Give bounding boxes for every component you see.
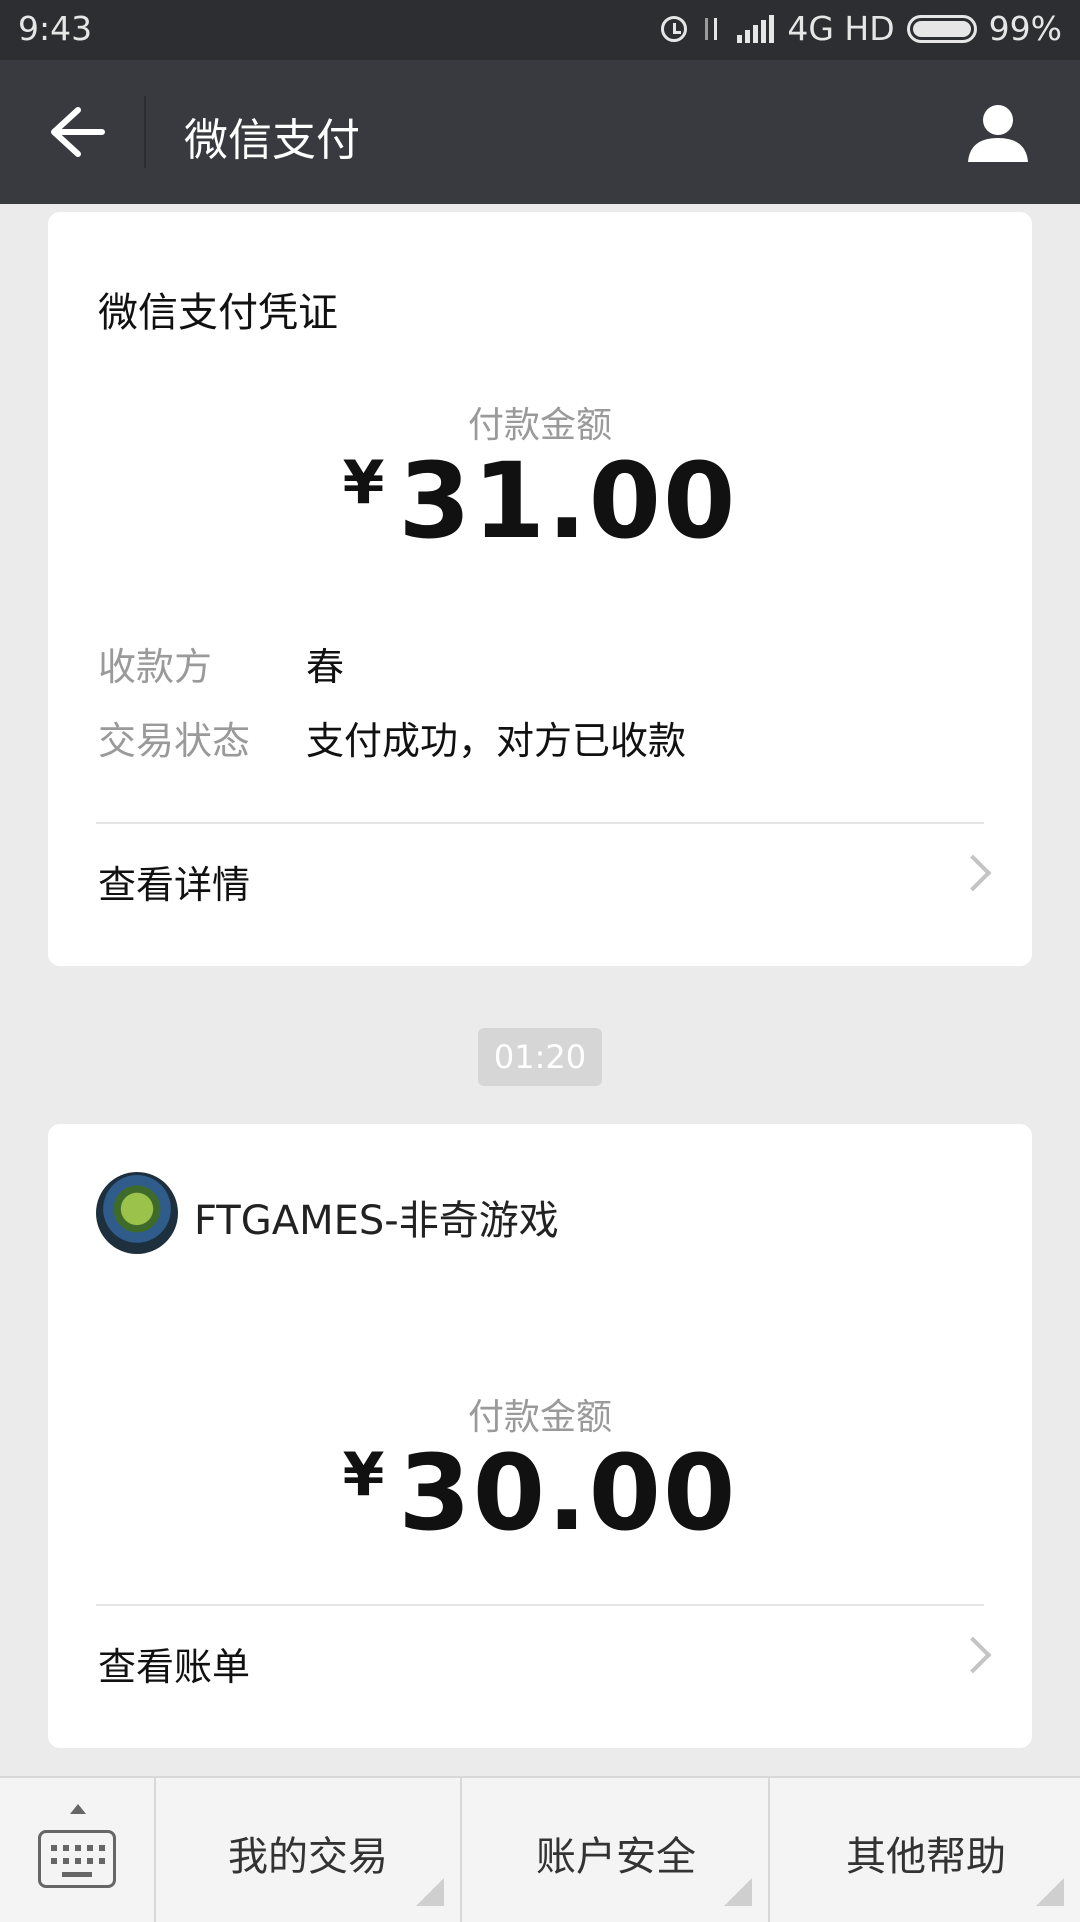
payee-label: 收款方 xyxy=(98,645,213,689)
bottom-menu-bar: 我的交易 账户安全 其他帮助 xyxy=(0,1776,1080,1922)
submenu-indicator-icon xyxy=(416,1878,444,1906)
menu-label: 账户安全 xyxy=(536,1834,696,1880)
merchant-avatar[interactable] xyxy=(96,1172,178,1254)
message-timestamp: 01:20 xyxy=(478,1028,602,1086)
view-details-label: 查看详情 xyxy=(98,863,251,907)
back-arrow-icon xyxy=(51,107,105,157)
menu-account-security[interactable]: 账户安全 xyxy=(464,1778,770,1922)
receipt-title: 微信支付凭证 xyxy=(98,290,338,336)
status-time: 9:43 xyxy=(18,9,93,48)
profile-button[interactable] xyxy=(966,100,1030,164)
view-details-link[interactable]: 查看详情 xyxy=(48,824,1032,934)
submenu-indicator-icon xyxy=(1036,1878,1064,1906)
status-value: 支付成功，对方已收款 xyxy=(306,719,687,763)
signal-icon xyxy=(737,14,775,43)
view-bill-label: 查看账单 xyxy=(98,1645,251,1689)
amount-value: 31.00 xyxy=(398,440,738,562)
payment-receipt-card: 微信支付凭证 付款金额 ¥31.00 收款方春 交易状态 支付成功，对方已收款 查… xyxy=(48,212,1032,966)
expand-up-icon xyxy=(70,1804,86,1814)
status-row: 交易状态 支付成功，对方已收款 xyxy=(98,710,686,765)
menu-label: 我的交易 xyxy=(228,1834,388,1880)
bill-amount: ¥30.00 xyxy=(48,1432,1032,1554)
battery-percent: 99% xyxy=(988,9,1062,48)
menu-label: 其他帮助 xyxy=(846,1834,1006,1880)
person-icon xyxy=(968,105,1028,162)
currency-symbol: ¥ xyxy=(342,448,385,518)
back-button[interactable] xyxy=(38,100,108,164)
bill-card: FTGAMES-非奇游戏 付款金额 ¥30.00 查看账单 xyxy=(48,1124,1032,1748)
page-title: 微信支付 xyxy=(184,115,360,166)
keyboard-icon xyxy=(38,1830,116,1888)
status-label: 交易状态 xyxy=(98,719,251,763)
menu-my-transactions[interactable]: 我的交易 xyxy=(156,1778,462,1922)
chevron-right-icon xyxy=(954,854,992,892)
battery-icon xyxy=(906,14,977,43)
payee-row: 收款方 春 xyxy=(98,636,344,691)
amount-value: 30.00 xyxy=(398,1432,738,1554)
network-type: 4G HD xyxy=(787,9,895,48)
payment-amount: ¥31.00 xyxy=(48,440,1032,562)
data-transfer-icon xyxy=(699,14,725,44)
payee-value: 春 xyxy=(306,645,345,689)
title-bar: 微信支付 xyxy=(0,60,1080,204)
alarm-icon xyxy=(661,15,688,42)
status-bar: 9:43 4G HD 99% xyxy=(0,0,1080,60)
title-divider xyxy=(144,96,146,168)
chevron-right-icon xyxy=(954,1636,992,1674)
keyboard-toggle-button[interactable] xyxy=(0,1778,156,1922)
status-icons: 4G HD 99% xyxy=(661,9,1062,48)
menu-other-help[interactable]: 其他帮助 xyxy=(772,1778,1080,1922)
view-bill-link[interactable]: 查看账单 xyxy=(48,1606,1032,1716)
merchant-name: FTGAMES-非奇游戏 xyxy=(194,1198,559,1244)
currency-symbol: ¥ xyxy=(342,1440,385,1510)
submenu-indicator-icon xyxy=(724,1878,752,1906)
